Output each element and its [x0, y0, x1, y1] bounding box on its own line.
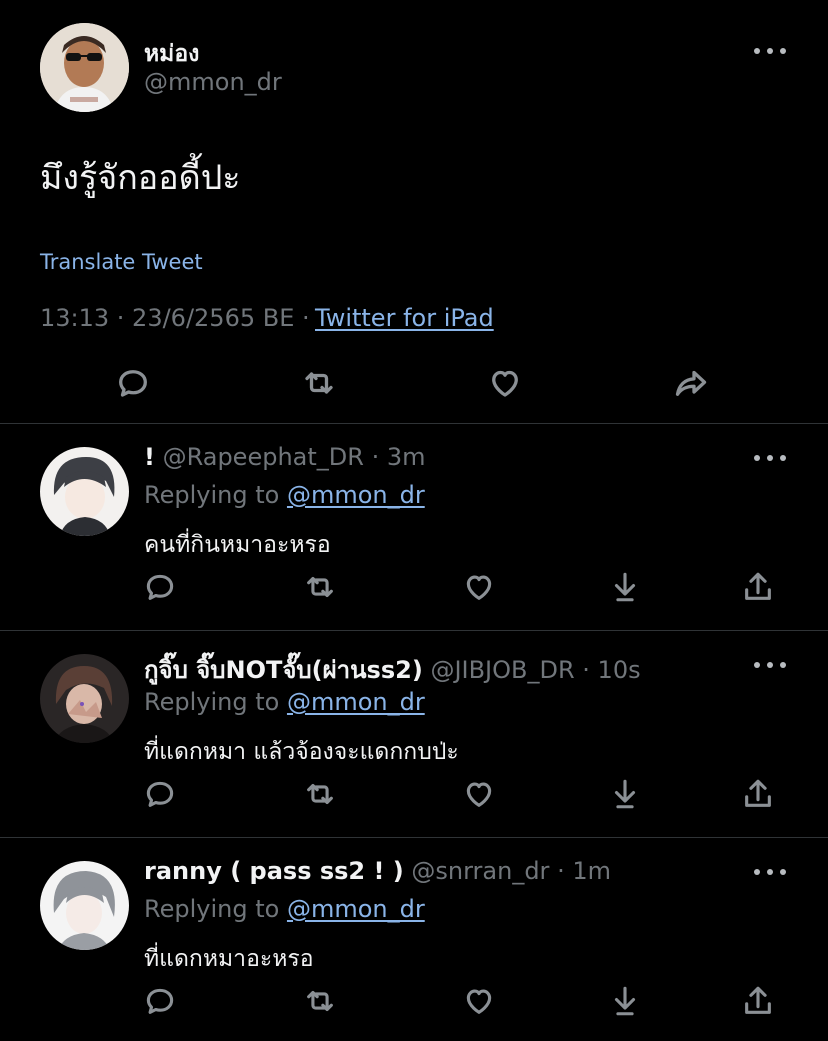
more-options-icon[interactable]	[754, 451, 786, 465]
translate-tweet-link[interactable]: Translate Tweet	[40, 250, 203, 274]
reply-handle[interactable]: @JIBJOB_DR	[430, 656, 574, 684]
reply-handle[interactable]: @Rapeephat_DR	[163, 443, 364, 471]
divider	[0, 630, 828, 631]
like-icon[interactable]	[462, 777, 496, 811]
more-options-icon[interactable]	[754, 865, 786, 879]
reply-avatar[interactable]	[40, 861, 129, 950]
reply-icon[interactable]	[115, 365, 151, 401]
tweet-timestamp: 13:13 · 23/6/2565 BE ·	[40, 304, 310, 332]
reply-avatar[interactable]	[40, 654, 129, 743]
like-icon[interactable]	[487, 365, 523, 401]
author-handle[interactable]: @mmon_dr	[144, 68, 282, 96]
retweet-icon[interactable]	[303, 570, 337, 604]
download-icon[interactable]	[608, 570, 642, 604]
like-icon[interactable]	[462, 984, 496, 1018]
reply-avatar[interactable]	[40, 447, 129, 536]
download-icon[interactable]	[608, 984, 642, 1018]
replying-to-label: Replying to	[144, 688, 280, 716]
reply-time: · 10s	[582, 656, 641, 684]
divider	[0, 837, 828, 838]
reply-display-name[interactable]: กูจิ๊บ จิ๊บNOTจั๊บ(ผ่านss2)	[144, 656, 423, 684]
share-icon[interactable]	[741, 777, 775, 811]
reply-text: ที่แดกหมาอะหรอ	[144, 946, 314, 972]
retweet-icon[interactable]	[303, 777, 337, 811]
reply-display-name[interactable]: ranny ( pass ss2 ! )	[144, 857, 404, 885]
replying-to-link[interactable]: @mmon_dr	[287, 481, 425, 509]
share-icon[interactable]	[673, 365, 709, 401]
author-display-name[interactable]: หม่อง	[144, 36, 199, 72]
divider	[0, 423, 828, 424]
retweet-icon[interactable]	[301, 365, 337, 401]
share-icon[interactable]	[741, 984, 775, 1018]
tweet-source-link[interactable]: Twitter for iPad	[315, 304, 494, 332]
replying-to-link[interactable]: @mmon_dr	[287, 688, 425, 716]
retweet-icon[interactable]	[303, 984, 337, 1018]
more-options-icon[interactable]	[754, 44, 786, 58]
replying-to-link[interactable]: @mmon_dr	[287, 895, 425, 923]
reply-time: · 3m	[371, 443, 426, 471]
reply-icon[interactable]	[143, 777, 177, 811]
author-avatar[interactable]	[40, 23, 129, 112]
reply-icon[interactable]	[143, 570, 177, 604]
reply-handle[interactable]: @snrran_dr	[411, 857, 549, 885]
reply-display-name[interactable]: !	[144, 443, 155, 471]
reply-text: ที่แดกหมา แล้วจ้องจะแดกกบป่ะ	[144, 739, 459, 765]
reply-text: คนที่กินหมาอะหรอ	[144, 532, 331, 558]
share-icon[interactable]	[741, 570, 775, 604]
tweet-text: มึงรู้จักออดี้ปะ	[40, 158, 241, 198]
like-icon[interactable]	[462, 570, 496, 604]
download-icon[interactable]	[608, 777, 642, 811]
replying-to-label: Replying to	[144, 895, 280, 923]
replying-to-label: Replying to	[144, 481, 280, 509]
reply-time: · 1m	[557, 857, 611, 885]
reply-icon[interactable]	[143, 984, 177, 1018]
more-options-icon[interactable]	[754, 658, 786, 672]
